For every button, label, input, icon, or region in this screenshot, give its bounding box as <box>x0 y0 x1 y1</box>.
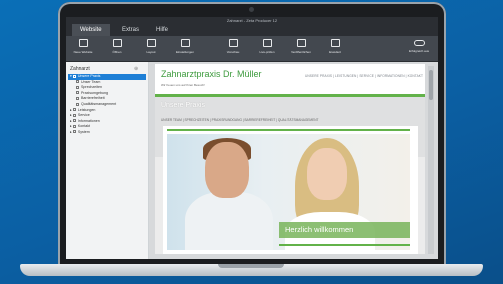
site-top-nav[interactable]: UNSERE PRAXIS | LEISTUNGEN | SERVICE | I… <box>305 74 423 78</box>
page-icon <box>72 130 76 134</box>
ribbon-label: Erweitert <box>329 50 341 54</box>
page-icon <box>72 119 76 123</box>
layout-icon <box>146 39 156 47</box>
page-icon <box>76 80 79 84</box>
layout-button[interactable]: Layout <box>134 39 168 55</box>
page-icon <box>76 91 79 95</box>
sidebar-title: Zahnarzt <box>70 66 90 72</box>
toggle-icon <box>413 40 425 46</box>
ribbon-label: Live-prüfen <box>259 50 275 54</box>
settings-button[interactable]: Einstellungen <box>168 39 202 55</box>
ribbon-label: Öffnen <box>112 50 122 54</box>
open-button[interactable]: Öffnen <box>100 39 134 55</box>
ribbon-toolbar: Neue Website Öffnen Layout Einstellungen… <box>66 36 438 62</box>
toggle-button[interactable]: Erfolgreich aus <box>402 39 436 54</box>
tab-hilfe[interactable]: Hilfe <box>148 24 176 36</box>
menu-tabs: Website Extras Hilfe <box>66 24 438 36</box>
preview-pane: Zahnarztpraxis Dr. Müller Wir freuen uns… <box>149 62 438 259</box>
page-icon <box>72 113 76 117</box>
doctor-face <box>205 142 249 198</box>
app-window: Zahnarzt - Zeta Producer 12 Website Extr… <box>66 17 438 259</box>
site-tagline: Wir freuen uns auf Ihren Besuch! <box>161 83 205 87</box>
hero-card: Herzlich willkommen <box>163 126 418 254</box>
page-icon <box>76 96 79 100</box>
ribbon-label: Erfolgreich aus <box>408 49 429 53</box>
page-icon <box>72 124 76 128</box>
sidebar: Zahnarzt ⊕ ▾ Unsere Praxis Unser Team Sp… <box>66 62 149 259</box>
welcome-text: Herzlich willkommen <box>285 225 354 234</box>
preview-button[interactable]: Vorschau <box>216 39 250 55</box>
open-icon <box>112 39 122 47</box>
folder-icon <box>78 39 88 47</box>
live-check-button[interactable]: Live-prüfen <box>250 39 284 55</box>
page-icon <box>72 108 76 112</box>
assistant-face <box>307 148 347 200</box>
extend-icon <box>330 39 340 47</box>
window-title: Zahnarzt - Zeta Producer 12 <box>226 18 278 23</box>
site-header: Zahnarztpraxis Dr. Müller Wir freuen uns… <box>155 64 425 94</box>
preview-icon <box>228 39 238 47</box>
site-sub-nav[interactable]: UNSER TEAM | SPRECHZEITEN | PRAXISRUNDGA… <box>161 118 318 122</box>
welcome-banner: Herzlich willkommen <box>279 222 410 238</box>
page-icon <box>72 74 76 78</box>
welcome-underline <box>279 244 410 246</box>
card-accent-bar <box>167 129 410 131</box>
live-icon <box>262 39 272 47</box>
ribbon-label: Einstellungen <box>175 50 194 54</box>
tree-item-system[interactable]: ▸ System <box>68 130 146 136</box>
page-icon <box>76 85 79 89</box>
scrollbar-thumb[interactable] <box>429 70 433 100</box>
ribbon-label: Neue Website <box>73 50 93 54</box>
page-icon <box>76 102 79 106</box>
page-title: Unsere Praxis <box>161 102 205 109</box>
ribbon-label: Layout <box>146 50 156 54</box>
tab-website[interactable]: Website <box>72 24 110 36</box>
tab-extras[interactable]: Extras <box>114 24 147 36</box>
website-preview: Zahnarztpraxis Dr. Müller Wir freuen uns… <box>155 64 425 254</box>
pin-icon[interactable]: ⊕ <box>134 66 138 72</box>
page-tree: ▾ Unsere Praxis Unser Team Sprechzeiten … <box>68 74 146 136</box>
laptop-notch <box>218 264 284 268</box>
new-website-button[interactable]: Neue Website <box>66 39 100 55</box>
hero-photo: Herzlich willkommen <box>167 134 410 250</box>
extend-button[interactable]: Erweitert <box>318 39 352 55</box>
camera-icon <box>249 7 254 12</box>
site-logo[interactable]: Zahnarztpraxis Dr. Müller <box>161 69 262 79</box>
publish-icon <box>296 39 306 47</box>
title-bar: Zahnarzt - Zeta Producer 12 <box>66 17 438 24</box>
publish-button[interactable]: Veröffentlichen <box>284 39 318 55</box>
doctor-figure <box>185 192 273 250</box>
ribbon-label: Veröffentlichen <box>291 50 311 54</box>
ribbon-label: Vorschau <box>226 50 240 54</box>
settings-icon <box>180 39 190 47</box>
